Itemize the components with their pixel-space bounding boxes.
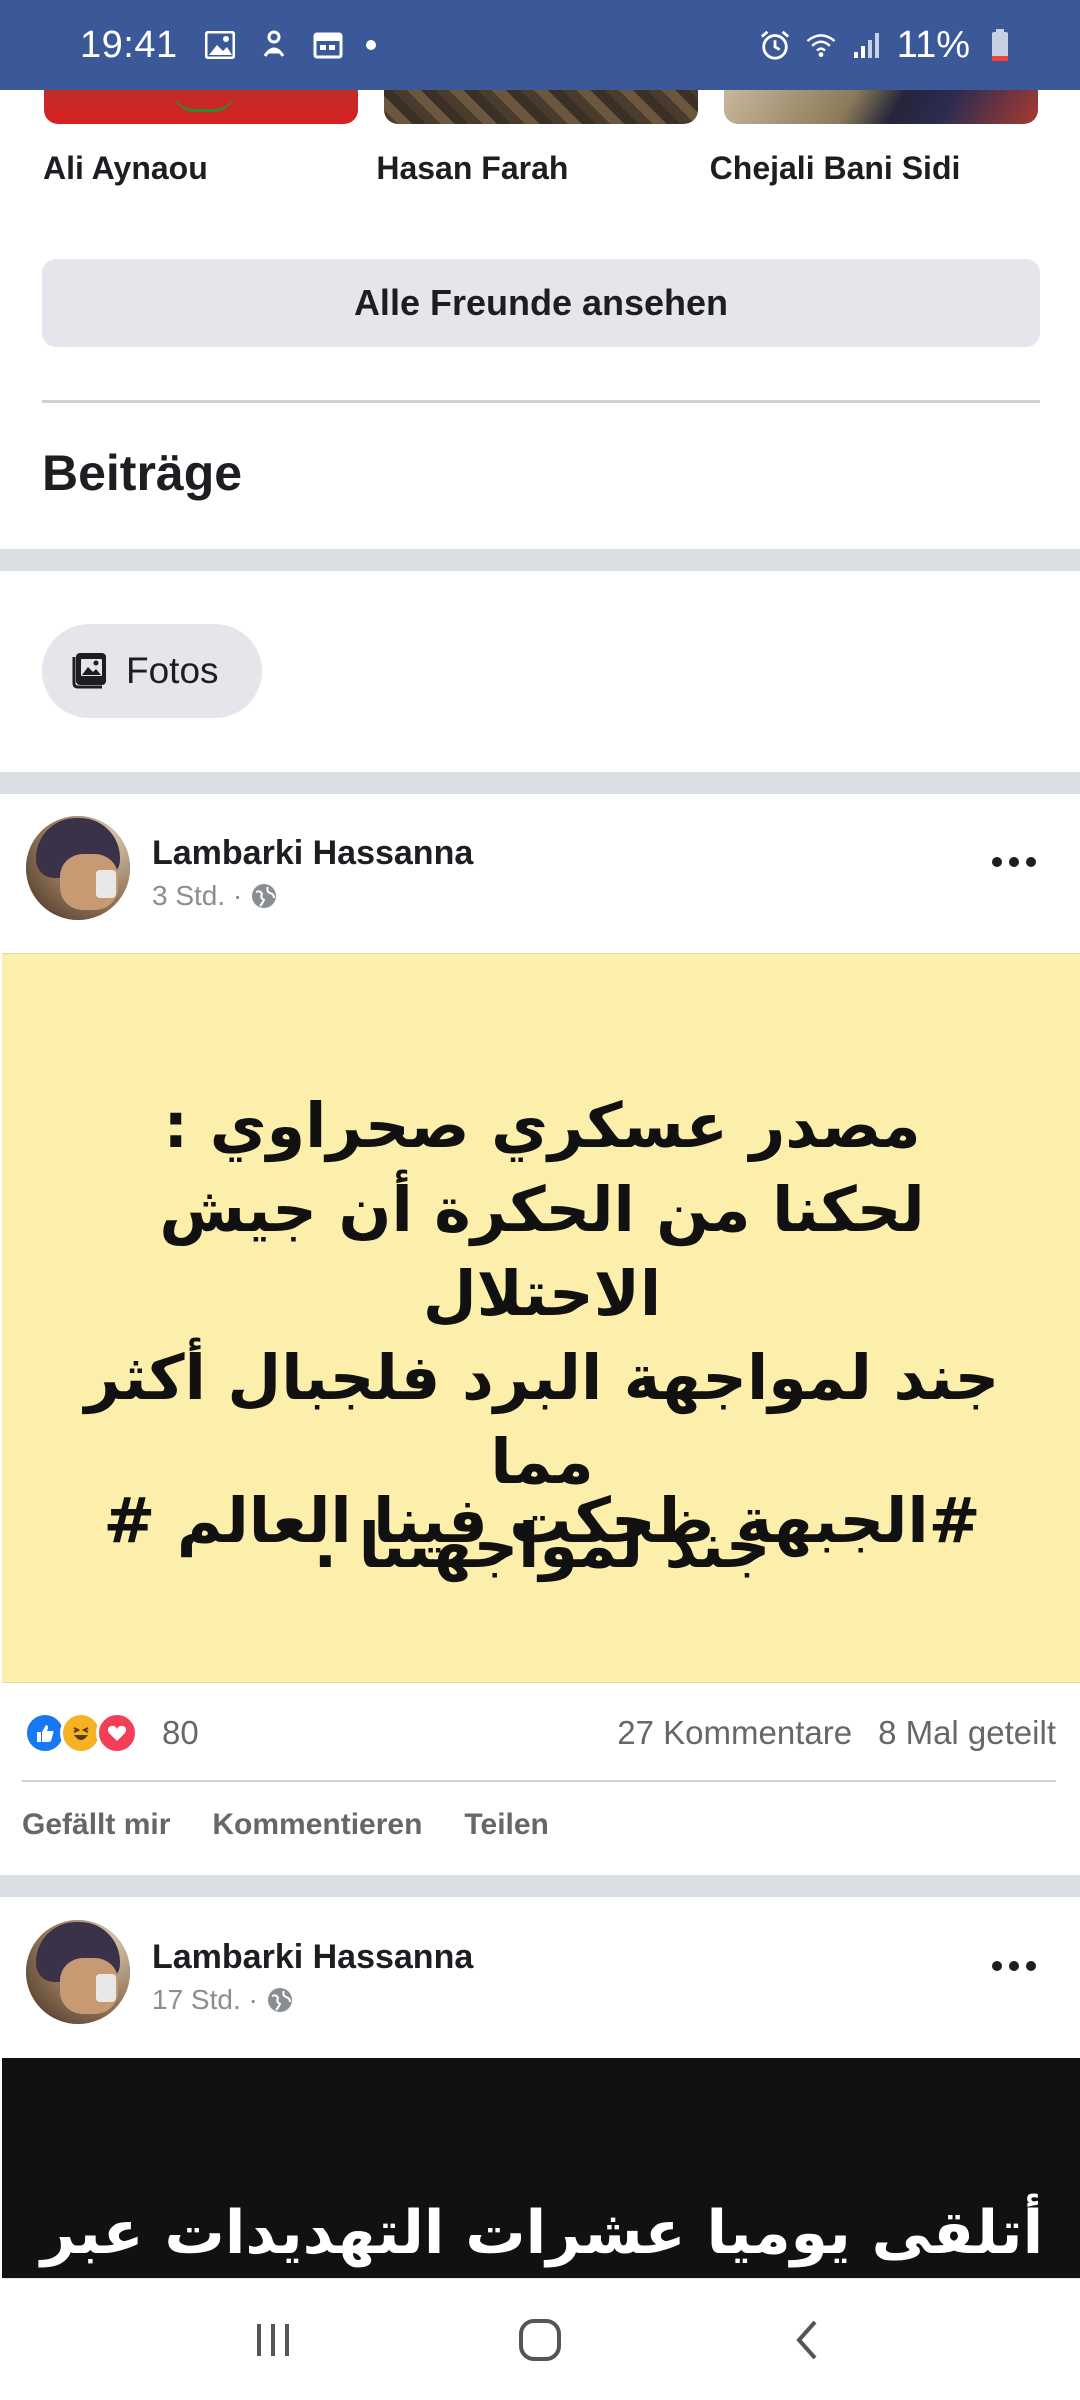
battery-icon xyxy=(984,29,1016,61)
divider xyxy=(42,400,1040,403)
post-actions: Gefällt mir Kommentieren Teilen xyxy=(22,1808,549,1842)
status-bar: 19:41 11% xyxy=(0,0,1080,90)
friend-names: Ali Aynaou Hasan Farah Chejali Bani Sidi xyxy=(43,150,1043,187)
back-icon[interactable] xyxy=(767,2300,847,2380)
image-text-line: مصدر عسكري صحراوي : xyxy=(163,1089,921,1162)
post-image-text: أتلقى يوميا عشرات التهديدات عبر xyxy=(40,2198,1044,2268)
avatar[interactable] xyxy=(26,1920,130,2024)
post-meta: 17 Std. · xyxy=(152,1984,294,2016)
love-reaction-icon xyxy=(96,1712,138,1754)
post-header: Lambarki Hassanna 3 Std. · xyxy=(0,812,1080,932)
share-button[interactable]: Teilen xyxy=(464,1808,548,1842)
photos-icon xyxy=(72,649,112,694)
divider xyxy=(22,1780,1056,1782)
battery-percent: 11% xyxy=(896,23,970,66)
comment-count[interactable]: 27 Kommentare xyxy=(617,1714,852,1752)
image-icon xyxy=(204,29,236,61)
photos-filter-chip[interactable]: Fotos xyxy=(42,624,262,718)
friend-name[interactable]: Hasan Farah xyxy=(376,150,709,187)
friend-thumbnails xyxy=(44,90,1040,124)
post-options-button[interactable] xyxy=(984,1946,1044,1986)
image-text-line: جند لمواجهة البرد فلجبال أكثر مما xyxy=(84,1341,1000,1498)
friend-name[interactable]: Ali Aynaou xyxy=(43,150,376,187)
posts-section-title: Beiträge xyxy=(42,445,243,501)
status-time: 19:41 xyxy=(80,23,178,66)
friend-photo[interactable] xyxy=(384,90,698,124)
post-image[interactable]: مصدر عسكري صحراوي : لحكنا من الحكرة أن ج… xyxy=(2,953,1080,1683)
post-author[interactable]: Lambarki Hassanna xyxy=(152,1938,473,1977)
post-header: Lambarki Hassanna 17 Std. · xyxy=(0,1916,1080,2036)
post-time: 17 Std. · xyxy=(152,1984,258,2015)
wifi-icon xyxy=(805,29,837,61)
post-options-button[interactable] xyxy=(984,842,1044,882)
photos-chip-label: Fotos xyxy=(126,650,219,691)
reactions-summary: 80 27 Kommentare 8 Mal geteilt xyxy=(24,1707,1056,1759)
signal-icon xyxy=(851,29,883,61)
reaction-icons[interactable] xyxy=(24,1712,138,1754)
see-all-friends-button[interactable]: Alle Freunde ansehen xyxy=(42,259,1040,347)
image-text-line: لحكنا من الحكرة أن جيش الاحتلال xyxy=(159,1173,925,1330)
facebook-profile-page: 19:41 11% Ali Aynaou Hasan Farah Chejali… xyxy=(0,0,1080,2400)
alarm-icon xyxy=(759,29,791,61)
section-separator xyxy=(0,549,1080,571)
section-separator xyxy=(0,772,1080,794)
status-system-icons: 11% xyxy=(759,24,1016,67)
post-image-hashtag: #الجبهة ظحكت فينا العالم # xyxy=(103,1484,981,1557)
recent-apps-icon[interactable] xyxy=(233,2300,313,2380)
system-navigation-bar xyxy=(0,2278,1080,2400)
post-image[interactable]: أتلقى يوميا عشرات التهديدات عبر xyxy=(2,2058,1080,2278)
globe-icon xyxy=(266,1986,294,2014)
status-notification-icons xyxy=(204,29,376,61)
calendar-icon xyxy=(312,29,344,61)
friend-photo[interactable] xyxy=(44,90,358,124)
section-separator xyxy=(0,1875,1080,1897)
avatar[interactable] xyxy=(26,816,130,920)
comment-button[interactable]: Kommentieren xyxy=(212,1808,422,1842)
post-time: 3 Std. · xyxy=(152,880,243,911)
friend-name[interactable]: Chejali Bani Sidi xyxy=(710,150,1043,187)
upload-icon xyxy=(258,29,290,61)
engagement-stats: 27 Kommentare 8 Mal geteilt xyxy=(617,1714,1056,1752)
notification-dot xyxy=(365,40,376,50)
share-count[interactable]: 8 Mal geteilt xyxy=(878,1714,1056,1752)
reaction-count[interactable]: 80 xyxy=(162,1714,199,1752)
like-button[interactable]: Gefällt mir xyxy=(22,1808,170,1842)
home-icon[interactable] xyxy=(500,2300,580,2380)
post-author[interactable]: Lambarki Hassanna xyxy=(152,834,473,873)
post-meta: 3 Std. · xyxy=(152,880,278,912)
friend-photo[interactable] xyxy=(724,90,1038,124)
globe-icon xyxy=(250,882,278,910)
